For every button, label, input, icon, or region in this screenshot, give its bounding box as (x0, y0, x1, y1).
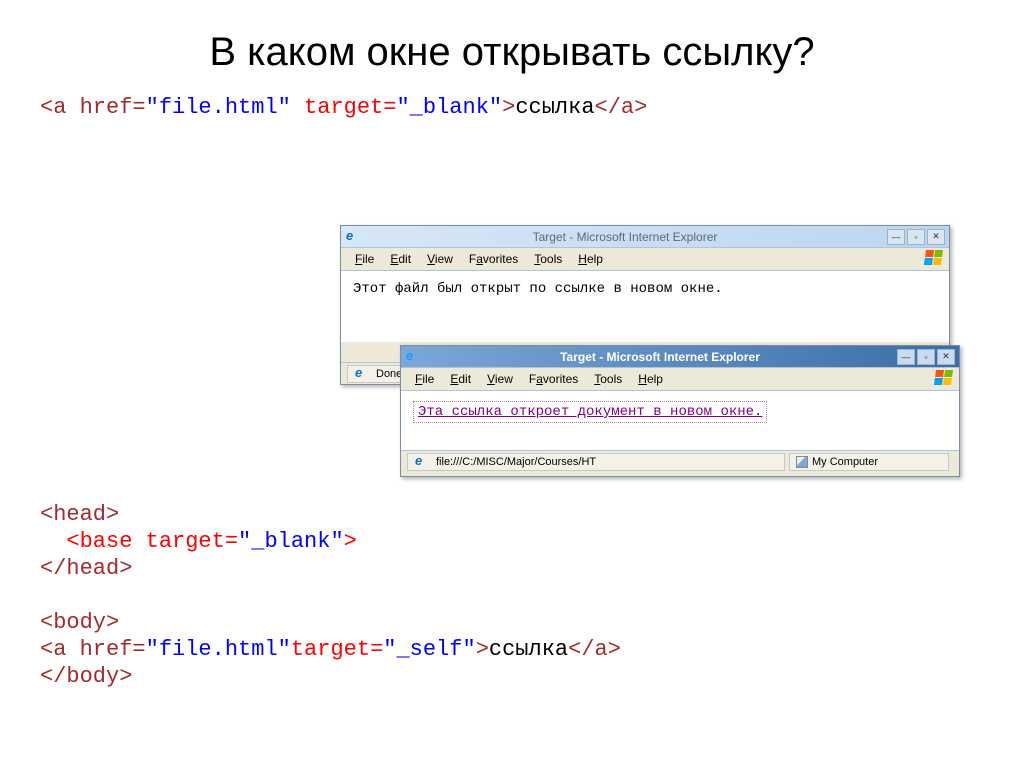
maximize-button[interactable]: ▫ (907, 229, 925, 245)
status-zone: My Computer (789, 453, 949, 471)
menu-view[interactable]: View (419, 250, 461, 268)
menu-tools[interactable]: Tools (526, 250, 570, 268)
browser-windows-illustration: Target - Microsoft Internet Explorer — ▫… (340, 225, 965, 485)
my-computer-icon (796, 456, 808, 468)
menu-help[interactable]: Help (630, 370, 671, 388)
page-content: Эта ссылка откроет документ в новом окне… (401, 390, 959, 450)
ie-window-foreground: Target - Microsoft Internet Explorer — ▫… (400, 345, 960, 477)
windows-logo-icon (925, 250, 945, 268)
maximize-button[interactable]: ▫ (917, 349, 935, 365)
close-button[interactable]: ✕ (927, 229, 945, 245)
ie-icon (354, 367, 368, 381)
menubar: File Edit View Favorites Tools Help (341, 248, 949, 270)
page-content: Этот файл был открыт по ссылке в новом о… (341, 270, 949, 342)
menu-view[interactable]: View (479, 370, 521, 388)
menu-tools[interactable]: Tools (586, 370, 630, 388)
menu-favorites[interactable]: Favorites (521, 370, 586, 388)
windows-logo-icon (935, 370, 955, 388)
menu-edit[interactable]: Edit (382, 250, 419, 268)
menu-favorites[interactable]: Favorites (461, 250, 526, 268)
minimize-button[interactable]: — (887, 229, 905, 245)
menu-help[interactable]: Help (570, 250, 611, 268)
close-button[interactable]: ✕ (937, 349, 955, 365)
window-title: Target - Microsoft Internet Explorer (363, 230, 887, 244)
code-example-2: <head> <base target="_blank"> </head> <b… (40, 500, 621, 691)
titlebar: Target - Microsoft Internet Explorer — ▫… (401, 346, 959, 368)
ie-icon (345, 230, 359, 244)
link-text[interactable]: Эта ссылка откроет документ в новом окне… (413, 401, 767, 423)
ie-icon (414, 455, 428, 469)
ie-icon (405, 350, 419, 364)
menubar: File Edit View Favorites Tools Help (401, 368, 959, 390)
statusbar: file:///C:/MISC/Major/Courses/HT My Comp… (401, 450, 959, 472)
menu-file[interactable]: File (347, 250, 382, 268)
menu-file[interactable]: File (407, 370, 442, 388)
status-url: file:///C:/MISC/Major/Courses/HT (407, 453, 785, 471)
minimize-button[interactable]: — (897, 349, 915, 365)
slide-title: В каком окне открывать ссылку? (40, 30, 984, 75)
window-title: Target - Microsoft Internet Explorer (423, 350, 897, 364)
titlebar: Target - Microsoft Internet Explorer — ▫… (341, 226, 949, 248)
menu-edit[interactable]: Edit (442, 370, 479, 388)
code-example-1: <a href="file.html" target="_blank">ссыл… (40, 95, 984, 120)
